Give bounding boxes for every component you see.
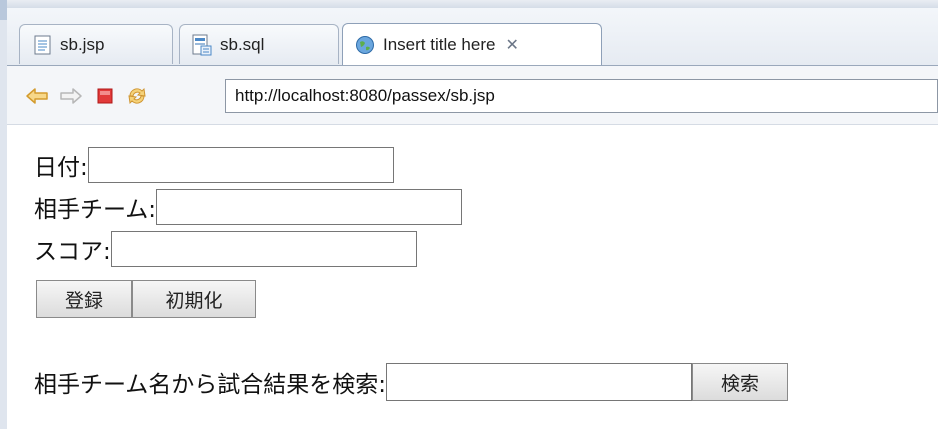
refresh-icon	[128, 87, 146, 105]
back-arrow-icon	[26, 88, 48, 104]
document-icon	[32, 35, 52, 55]
form-buttons: 登録 初期化	[36, 280, 256, 318]
tab-sb-sql[interactable]: sb.sql	[179, 24, 339, 64]
globe-icon	[355, 35, 375, 55]
tab-sb-jsp[interactable]: sb.jsp	[19, 24, 173, 64]
date-input[interactable]	[87, 147, 394, 183]
search-row: 相手チーム名から試合結果を検索: 検索	[34, 363, 789, 401]
tab-insert-title-here[interactable]: Insert title here ✕	[342, 23, 602, 65]
browser-toolbar: http://localhost:8080/passex/sb.jsp	[7, 66, 938, 125]
page-content: 日付: 相手チーム: スコア: 登録 初期化 相手チーム名から試合結果を検索: …	[7, 125, 938, 429]
stop-button[interactable]	[93, 84, 117, 108]
tab-label: Insert title here	[383, 34, 496, 54]
search-label: 相手チーム名から試合結果を検索:	[34, 372, 387, 398]
register-button[interactable]: 登録	[36, 280, 132, 318]
close-icon[interactable]: ✕	[505, 35, 518, 55]
opponent-input[interactable]	[156, 189, 463, 225]
date-label: 日付:	[34, 155, 88, 181]
tab-label: sb.jsp	[60, 34, 105, 54]
forward-button[interactable]	[59, 84, 83, 108]
window-left-edge	[0, 0, 7, 429]
refresh-button[interactable]	[125, 84, 149, 108]
url-field[interactable]: http://localhost:8080/passex/sb.jsp	[225, 79, 938, 113]
database-file-icon	[192, 34, 212, 55]
score-label: スコア:	[34, 239, 111, 265]
reset-button[interactable]: 初期化	[132, 280, 256, 318]
date-row: 日付:	[34, 147, 394, 183]
editor-tab-bar: sb.jsp sb.sql Insert title here ✕	[7, 8, 938, 66]
opponent-row: 相手チーム:	[34, 189, 463, 225]
forward-arrow-icon	[60, 88, 82, 104]
tab-label: sb.sql	[220, 34, 265, 54]
search-button[interactable]: 検索	[692, 363, 789, 401]
score-input[interactable]	[110, 231, 417, 267]
search-input[interactable]	[386, 363, 693, 401]
stop-icon	[97, 88, 113, 104]
opponent-label: 相手チーム:	[34, 197, 157, 223]
back-button[interactable]	[25, 84, 49, 108]
score-row: スコア:	[34, 231, 417, 267]
window-top-edge	[0, 0, 938, 8]
